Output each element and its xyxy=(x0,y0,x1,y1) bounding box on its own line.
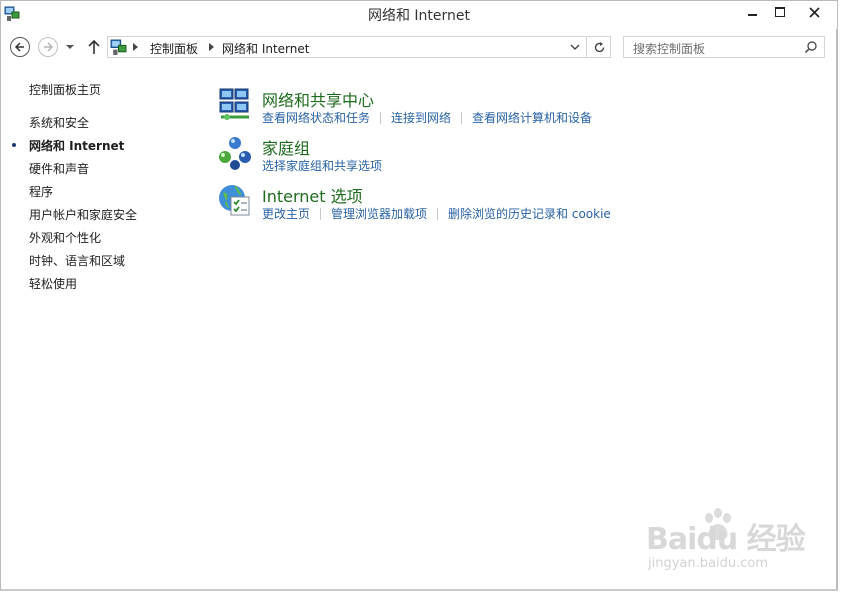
maximize-button[interactable] xyxy=(765,1,795,23)
minimize-button[interactable] xyxy=(737,1,767,23)
navigation-bar: 控制面板 网络和 Internet 搜索控制面板 xyxy=(1,35,837,61)
sidebar-item-ease-of-access[interactable]: 轻松使用 xyxy=(29,275,77,292)
breadcrumb-chevron-icon[interactable] xyxy=(133,43,138,51)
sidebar-item-user-accounts[interactable]: 用户帐户和家庭安全 xyxy=(29,206,137,223)
link-change-homepage[interactable]: 更改主页 xyxy=(262,205,310,222)
breadcrumb-chevron-icon[interactable] xyxy=(209,43,214,51)
forward-button[interactable] xyxy=(38,37,58,57)
internet-options-icon[interactable] xyxy=(217,183,253,219)
baidu-watermark: Baidu 经验 jingyan.baidu.com xyxy=(646,506,806,580)
link-manage-addons[interactable]: 管理浏览器加载项 xyxy=(331,205,427,222)
control-panel-icon xyxy=(110,39,127,55)
breadcrumb-network-internet[interactable]: 网络和 Internet xyxy=(222,40,309,57)
window-title: 网络和 Internet xyxy=(367,8,471,24)
watermark-brand: Baidu 经验 xyxy=(646,522,806,557)
internet-options-links: 更改主页 管理浏览器加载项 删除浏览的历史记录和 cookie xyxy=(262,205,611,222)
homegroup-links: 选择家庭组和共享选项 xyxy=(262,157,382,174)
arrow-right-icon xyxy=(44,42,54,52)
sidebar-item-network-internet[interactable]: 网络和 Internet xyxy=(29,137,124,154)
sidebar-item-system-security[interactable]: 系统和安全 xyxy=(29,114,89,131)
chevron-down-icon[interactable] xyxy=(570,42,580,52)
address-bar[interactable]: 控制面板 网络和 Internet xyxy=(107,36,611,58)
arrow-left-icon xyxy=(14,42,24,52)
network-sharing-links: 查看网络状态和任务 连接到网络 查看网络计算机和设备 xyxy=(262,109,592,126)
refresh-icon xyxy=(594,41,604,52)
back-button[interactable] xyxy=(10,37,30,57)
maximize-icon xyxy=(775,7,785,17)
link-homegroup-sharing-options[interactable]: 选择家庭组和共享选项 xyxy=(262,157,382,174)
network-sharing-icon[interactable] xyxy=(217,87,253,123)
link-divider xyxy=(461,111,463,124)
sidebar-item-programs[interactable]: 程序 xyxy=(29,183,53,200)
sidebar-item-clock-region[interactable]: 时钟、语言和区域 xyxy=(29,252,125,269)
sidebar-item-appearance[interactable]: 外观和个性化 xyxy=(29,229,101,246)
sidebar-item-control-panel-home[interactable]: 控制面板主页 xyxy=(29,81,101,98)
close-button[interactable] xyxy=(792,1,836,23)
search-placeholder: 搜索控制面板 xyxy=(633,42,706,56)
sidebar-item-hardware-sound[interactable]: 硬件和声音 xyxy=(29,160,89,177)
up-arrow-icon[interactable] xyxy=(87,39,101,55)
link-divider xyxy=(380,111,382,124)
title-bar[interactable]: 网络和 Internet xyxy=(1,1,837,29)
link-view-network-status[interactable]: 查看网络状态和任务 xyxy=(262,109,370,126)
link-connect-to-network[interactable]: 连接到网络 xyxy=(391,109,451,126)
link-divider xyxy=(437,207,439,220)
link-divider xyxy=(320,207,322,220)
search-box[interactable]: 搜索控制面板 xyxy=(623,36,825,58)
breadcrumb-control-panel[interactable]: 控制面板 xyxy=(150,40,198,57)
active-bullet-icon xyxy=(12,143,16,147)
control-panel-window: 网络和 Internet 控制面板 网络和 Internet 搜索控制面板 控制… xyxy=(0,0,838,591)
link-view-network-computers[interactable]: 查看网络计算机和设备 xyxy=(472,109,592,126)
minimize-icon xyxy=(747,14,757,16)
recent-locations-dropdown[interactable] xyxy=(65,42,75,52)
watermark-url: jingyan.baidu.com xyxy=(648,556,768,571)
link-delete-browsing-history[interactable]: 删除浏览的历史记录和 cookie xyxy=(448,205,611,222)
homegroup-icon[interactable] xyxy=(217,135,253,171)
category-title-network-sharing[interactable]: 网络和共享中心 xyxy=(262,87,374,111)
search-icon[interactable] xyxy=(804,40,818,54)
category-title-internet-options[interactable]: Internet 选项 xyxy=(262,183,363,207)
category-title-homegroup[interactable]: 家庭组 xyxy=(262,135,310,159)
refresh-button[interactable] xyxy=(586,37,611,57)
close-icon xyxy=(808,6,820,18)
